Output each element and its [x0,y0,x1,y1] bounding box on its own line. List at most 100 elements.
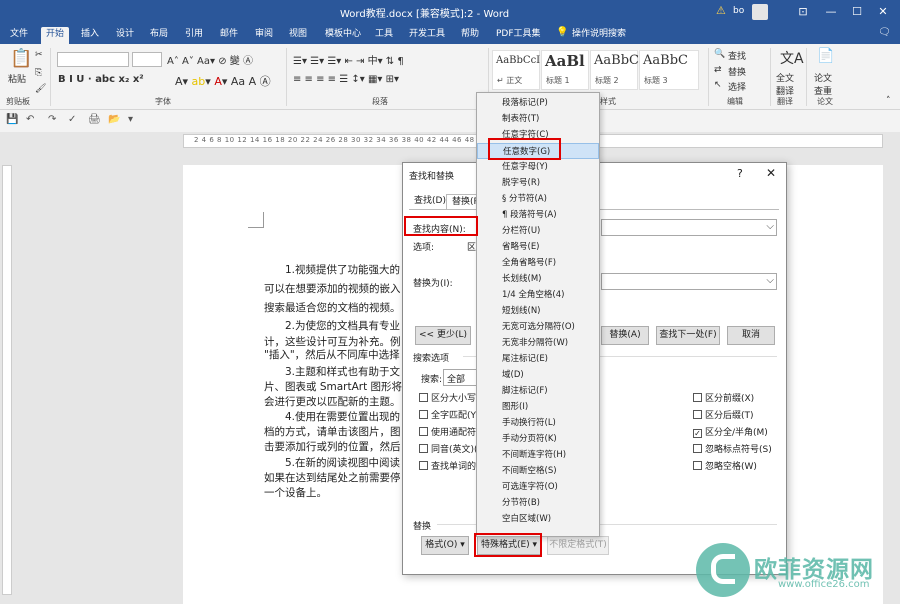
avatar[interactable] [752,4,768,20]
tab-find[interactable]: 查找(D) [409,194,451,210]
no-formatting-button[interactable]: 不限定格式(T) [547,536,609,555]
style-heading-1[interactable]: AaBl 标题 1 [541,50,589,90]
menu-item[interactable]: 分节符(B) [477,495,599,511]
menu-item[interactable]: 无宽非分隔符(W) [477,335,599,351]
style-normal[interactable]: AaBbCcI ↵ 正文 [492,50,540,90]
doc-line[interactable]: 击要添加行或列的位置，然后 [264,439,401,454]
find-button[interactable]: 查找 [728,49,746,62]
menu-item[interactable]: 任意字母(Y) [477,159,599,175]
doc-line[interactable]: 4.使用在需要位置出现的 [285,409,400,424]
whole-word-checkbox[interactable]: 全字匹配(Y) [419,408,480,421]
doc-line[interactable]: 如果在达到结尾处之前需要停 [264,470,401,485]
menu-item[interactable]: 可选连字符(O) [477,479,599,495]
font-name-combo[interactable] [57,52,129,67]
cut-icon[interactable]: ✂ [35,50,43,60]
save-icon[interactable]: 💾 [6,114,18,125]
tab-home[interactable]: 开始 [41,27,70,44]
find-icon[interactable]: 🔍 [714,49,725,59]
grow-font-icon[interactable]: A˄ A˅ Aa▾ ⊘ 變 Ⓐ [167,52,253,67]
copy-icon[interactable]: ⎘ [35,68,42,78]
menu-item[interactable]: 不间断空格(S) [477,463,599,479]
menu-item[interactable]: 图形(I) [477,399,599,415]
menu-item[interactable]: 省略号(E) [477,239,599,255]
match-suffix-checkbox[interactable]: 区分后缀(T) [693,408,754,421]
tab-view[interactable]: 视图 [284,27,312,44]
tab-review[interactable]: 审阅 [250,27,278,44]
doc-line[interactable]: 搜索最适合您的文档的视频。 [264,300,401,315]
menu-item[interactable]: 无宽可选分隔符(O) [477,319,599,335]
menu-item[interactable]: 段落标记(P) [477,95,599,111]
doc-line[interactable]: 一个设备上。 [264,485,327,500]
cancel-button[interactable]: 取消 [727,326,775,345]
select-button[interactable]: 选择 [728,80,746,93]
menu-item[interactable]: 脚注标记(F) [477,383,599,399]
format-painter-icon[interactable]: 🖌 [35,84,46,94]
redo-icon[interactable]: ↷ [48,114,56,125]
tab-layout[interactable]: 布局 [145,27,173,44]
menu-item[interactable]: 手动分页符(K) [477,431,599,447]
doc-line[interactable]: 5.在新的阅读视图中阅读 [285,455,400,470]
doc-line[interactable]: 1.视频提供了功能强大的 [285,262,400,277]
match-width-checkbox[interactable]: ✓ 区分全/半角(M) [693,425,768,438]
menu-item[interactable]: 分栏符(U) [477,223,599,239]
replace-button[interactable]: 替换(A) [601,326,649,345]
paste-button[interactable]: 粘贴 [8,72,26,85]
print-preview-icon[interactable]: 🖨 [88,114,101,125]
less-button[interactable]: << 更少(L) [415,326,471,345]
tab-design[interactable]: 设计 [111,27,139,44]
replace-with-input[interactable]: ⌵ [601,273,777,290]
tab-mailings[interactable]: 邮件 [215,27,243,44]
text-effects-icon[interactable]: A▾ ab▾ A▾ Aa A Ⓐ [175,73,271,89]
tab-references[interactable]: 引用 [180,27,208,44]
find-next-button[interactable]: 查找下一处(F) [656,326,720,345]
user-name[interactable]: bo [733,6,744,16]
match-prefix-checkbox[interactable]: 区分前缀(X) [693,391,754,404]
undo-icon[interactable]: ↶ [26,114,34,125]
style-heading-3[interactable]: AaBbC 标题 3 [639,50,699,90]
full-translate-button[interactable]: 全文 翻译 [776,71,794,97]
menu-item[interactable]: 1/4 全角空格(4) [477,287,599,303]
customize-qat-icon[interactable]: ▾ [128,114,133,125]
align-buttons[interactable]: ≡ ≡ ≡ ≡ ☰ ↕▾ ▦▾ ⊞▾ [293,74,399,85]
menu-item[interactable]: 长划线(M) [477,271,599,287]
paper-check-button[interactable]: 论文 查重 [814,71,832,97]
ribbon-display-icon[interactable]: ⊡ [792,3,814,21]
open-icon[interactable]: 📂 [108,114,120,125]
menu-item[interactable]: 制表符(T) [477,111,599,127]
comment-icon[interactable]: 🗨 [878,27,891,38]
doc-line[interactable]: 可以在想要添加的视频的嵌入 [264,281,401,296]
select-icon[interactable]: ↖ [714,80,722,90]
doc-line[interactable]: 片、图表或 SmartArt 图形将 [264,379,402,394]
format-button[interactable]: 格式(O) ▾ [421,536,469,555]
tab-pdf-tools[interactable]: PDF工具集 [491,27,546,44]
spelling-icon[interactable]: ✓ [68,114,76,125]
tab-file[interactable]: 文件 [5,27,33,44]
find-what-input[interactable]: ⌵ [601,219,777,236]
doc-line[interactable]: 2.为使您的文档具有专业 [285,318,400,333]
list-buttons[interactable]: ☰▾ ☰▾ ☰▾ ⇤ ⇥ 中▾ ⇅ ¶ [293,52,404,67]
menu-item[interactable]: 脱字号(R) [477,175,599,191]
menu-item[interactable]: 手动换行符(L) [477,415,599,431]
dialog-close-button[interactable]: ✕ [766,166,776,180]
ignore-punctuation-checkbox[interactable]: 忽略标点符号(S) [693,442,772,455]
vertical-ruler[interactable] [2,165,12,595]
paste-icon[interactable]: 📋 [10,48,32,69]
translate-icon[interactable]: 文A [780,48,804,68]
tab-developer[interactable]: 开发工具 [404,27,450,44]
menu-item[interactable]: 全角省略号(F) [477,255,599,271]
tell-me-search[interactable]: 操作说明搜索 [567,27,631,44]
doc-line[interactable]: "插入"，然后从不同库中选择 [264,347,400,362]
font-size-combo[interactable] [132,52,162,67]
menu-item[interactable]: 不间断连字符(H) [477,447,599,463]
menu-item[interactable]: § 分节符(A) [477,191,599,207]
menu-item[interactable]: ¶ 段落符号(A) [477,207,599,223]
close-icon[interactable]: ✕ [872,3,894,21]
menu-item[interactable]: 尾注标记(E) [477,351,599,367]
doc-line[interactable]: 会进行更改以匹配新的主题。 [264,394,401,409]
collapse-ribbon-icon[interactable]: ˄ [886,96,891,106]
tab-template-center[interactable]: 模板中心 [320,27,366,44]
replace-icon[interactable]: ⇄ [714,65,722,75]
warning-icon[interactable]: ⚠ [716,4,726,17]
search-direction-select[interactable]: 全部 [443,369,477,386]
format-buttons[interactable]: B I U · abc x₂ x² [58,74,144,85]
